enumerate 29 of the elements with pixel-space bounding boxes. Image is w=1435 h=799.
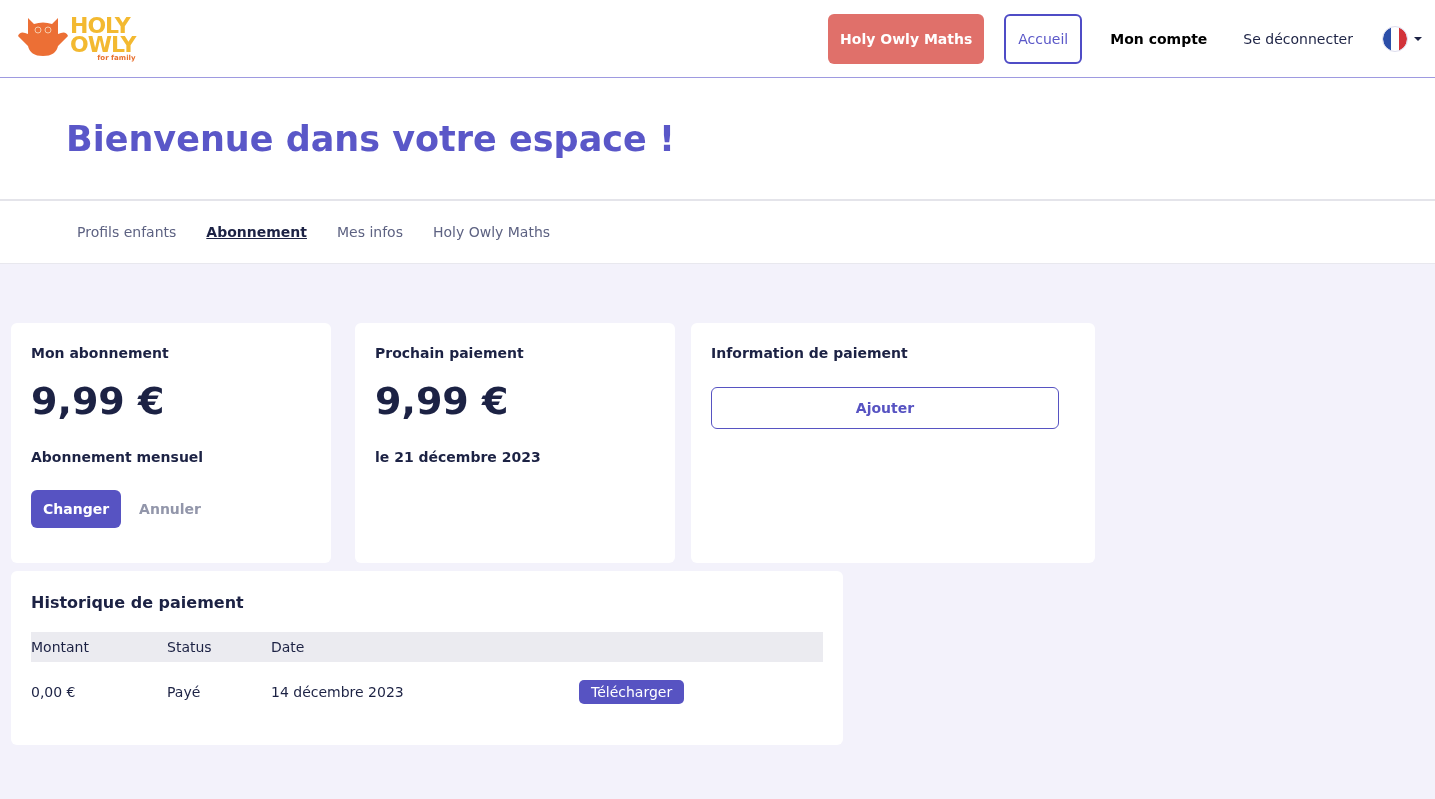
card-title: Information de paiement [711, 345, 908, 361]
nav-button[interactable]: Se déconnecter [1235, 13, 1361, 64]
table-cell: Payé [167, 684, 201, 700]
column-header: Status [167, 639, 212, 655]
tab[interactable]: Mes infos [336, 224, 403, 240]
download-button[interactable]: Télécharger [579, 680, 685, 704]
column-header: Date [271, 639, 305, 655]
nav-button[interactable]: Holy Owly Maths [828, 13, 985, 64]
tab[interactable]: Holy Owly Maths [432, 224, 551, 240]
owl-icon [18, 15, 68, 58]
logo-text: HOLY [70, 15, 131, 36]
table-cell: 0,00 € [31, 684, 76, 700]
nav-button[interactable]: Mon compte [1102, 13, 1216, 64]
column-header: Montant [31, 639, 89, 655]
card-title: Mon abonnement [31, 345, 169, 361]
table-cell: 14 décembre 2023 [271, 684, 404, 700]
payment-date: le 21 décembre 2023 [375, 449, 541, 465]
add-button[interactable]: Ajouter [711, 387, 1059, 429]
card-title: Historique de paiement [31, 593, 244, 612]
page-title: Bienvenue dans votre espace ! [66, 118, 675, 159]
tab[interactable]: Abonnement [206, 224, 307, 240]
change-button[interactable]: Changer [31, 490, 122, 528]
plan-name: Abonnement mensuel [31, 449, 204, 465]
card-title: Prochain paiement [375, 345, 524, 361]
price: 9,99 € [31, 379, 165, 423]
flag-icon[interactable] [1381, 24, 1409, 53]
price: 9,99 € [375, 379, 509, 423]
tab[interactable]: Profils enfants [77, 224, 177, 240]
nav-button[interactable]: Accueil [1004, 13, 1083, 64]
